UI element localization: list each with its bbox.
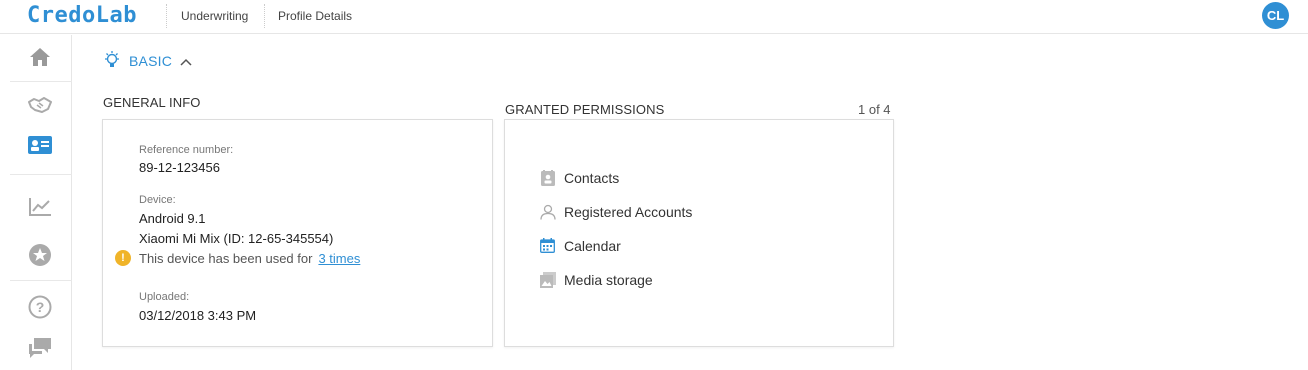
separator [264, 4, 265, 28]
permissions-card: Contacts Registered Accounts Calendar Me… [504, 119, 894, 347]
permission-label: Contacts [564, 169, 620, 186]
usage-count-link[interactable]: 3 times [318, 251, 360, 266]
permission-item: Registered Accounts [539, 203, 692, 220]
permission-item: Calendar [539, 237, 621, 254]
device-usage-warning: ! This device has been used for 3 times [115, 250, 360, 266]
warning-text: This device has been used for [139, 250, 313, 266]
permission-label: Registered Accounts [564, 203, 693, 220]
person-icon [539, 203, 556, 220]
star-icon[interactable] [27, 242, 53, 268]
permission-item: Media storage [539, 271, 653, 288]
device-label: Device: [139, 194, 176, 206]
top-bar: CredoLab Underwriting Profile Details CL [0, 0, 1308, 34]
section-toggle-basic[interactable]: BASIC [103, 50, 192, 72]
separator [166, 4, 167, 28]
home-icon[interactable] [27, 44, 53, 70]
breadcrumb-underwriting[interactable]: Underwriting [181, 0, 248, 32]
permissions-title: GRANTED PERMISSIONS [505, 102, 665, 117]
general-info-title: GENERAL INFO [103, 95, 201, 110]
contacts-icon [539, 169, 556, 186]
divider [10, 280, 72, 281]
device-model: Xiaomi Mi Mix (ID: 12-65-345554) [139, 231, 334, 246]
permission-item: Contacts [539, 169, 619, 186]
warning-icon: ! [115, 250, 131, 266]
permission-label: Calendar [564, 237, 621, 254]
lightbulb-icon [103, 50, 121, 73]
reference-label: Reference number: [139, 144, 234, 156]
device-os: Android 9.1 [139, 211, 206, 226]
uploaded-value: 03/12/2018 3:43 PM [139, 308, 257, 323]
help-icon[interactable]: ? [27, 294, 53, 320]
section-label: BASIC [129, 53, 173, 69]
media-icon [539, 271, 556, 288]
profile-card-icon[interactable] [27, 132, 53, 158]
chevron-up-icon [180, 53, 192, 69]
reference-value: 89-12-123456 [139, 160, 220, 175]
chat-icon[interactable] [27, 336, 53, 362]
logo[interactable]: CredoLab [27, 3, 137, 28]
chart-icon[interactable] [27, 194, 53, 220]
divider [10, 174, 72, 175]
handshake-icon[interactable] [27, 92, 53, 118]
avatar[interactable]: CL [1262, 2, 1289, 29]
divider [10, 81, 72, 82]
breadcrumb-profile-details[interactable]: Profile Details [278, 0, 352, 32]
sidebar: ? [0, 35, 72, 370]
svg-text:?: ? [36, 299, 45, 315]
uploaded-label: Uploaded: [139, 291, 190, 303]
general-info-card: Reference number: 89-12-123456 Device: A… [102, 119, 493, 347]
permissions-pager: 1 of 4 [858, 102, 891, 117]
calendar-icon [539, 237, 556, 254]
permission-label: Media storage [564, 271, 653, 288]
